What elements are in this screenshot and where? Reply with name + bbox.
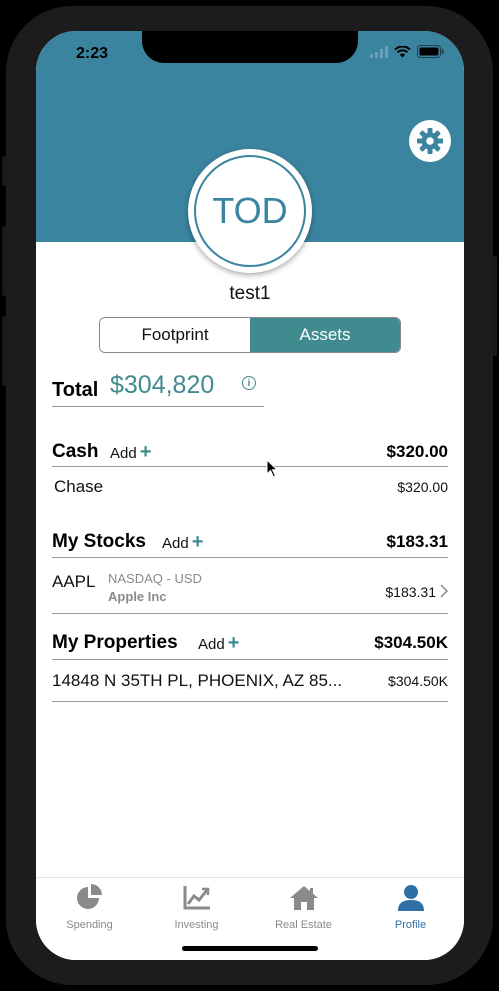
wifi-icon (394, 45, 411, 57)
cash-account-name[interactable]: Chase (54, 477, 103, 497)
avatar[interactable]: TOD (188, 149, 312, 273)
notch (142, 31, 358, 63)
stock-row[interactable]: AAPL NASDAQ - USD Apple Inc $183.31 (52, 558, 448, 612)
total-summary: Total $304,820 i (52, 369, 264, 407)
tab-label: Spending (66, 919, 113, 931)
volume-up-button (2, 226, 6, 296)
total-value: $304,820 (110, 371, 215, 399)
mute-switch (2, 156, 6, 186)
properties-title: My Properties (52, 632, 178, 653)
stock-value: $183.31 (385, 584, 436, 600)
tab-real-estate[interactable]: Real Estate (250, 884, 357, 931)
cash-title: Cash (52, 441, 99, 462)
divider (52, 466, 448, 467)
tab-investing[interactable]: Investing (143, 884, 250, 931)
total-label: Total (52, 379, 99, 401)
home-indicator (182, 946, 318, 951)
username: test1 (229, 283, 271, 304)
add-label: Add (162, 535, 189, 552)
add-cash-button[interactable]: Add + (110, 441, 151, 464)
properties-section: My Properties Add + $304.50K 14848 N 35TH… (52, 630, 448, 704)
tab-profile[interactable]: Profile (357, 884, 464, 931)
signal-icon (370, 45, 388, 58)
tab-spending[interactable]: Spending (36, 884, 143, 931)
divider (52, 701, 448, 702)
stocks-total: $183.31 (386, 532, 448, 551)
app-screen: 2:23 TOD test1 Footprint Assets Total $3… (36, 31, 464, 960)
avatar-initials: TOD (194, 155, 306, 267)
property-value: $304.50K (388, 673, 448, 689)
info-icon[interactable]: i (242, 376, 256, 390)
stocks-title: My Stocks (52, 531, 146, 552)
person-icon (397, 885, 424, 911)
tab-label: Real Estate (275, 919, 332, 931)
stock-exchange: NASDAQ - USD (108, 571, 202, 586)
properties-total: $304.50K (374, 633, 448, 652)
plus-icon: + (139, 441, 152, 463)
cash-account-value: $320.00 (397, 479, 448, 495)
pie-chart-icon (76, 884, 102, 909)
add-stock-button[interactable]: Add + (162, 531, 203, 554)
plus-icon: + (191, 531, 204, 553)
status-time: 2:23 (76, 45, 109, 62)
add-label: Add (198, 636, 225, 653)
volume-down-button (2, 316, 6, 386)
divider (52, 659, 448, 660)
plus-icon: + (227, 632, 240, 654)
stock-company: Apple Inc (108, 589, 167, 604)
cash-total: $320.00 (386, 442, 448, 461)
status-icons (370, 45, 444, 58)
stock-symbol: AAPL (52, 572, 96, 591)
segment-footprint[interactable]: Footprint (100, 318, 250, 352)
mouse-cursor-icon (266, 459, 279, 478)
gear-icon (417, 128, 443, 154)
add-label: Add (110, 445, 137, 462)
tab-label: Profile (394, 919, 427, 931)
property-address[interactable]: 14848 N 35TH PL, PHOENIX, AZ 85... (52, 671, 342, 691)
segment-assets[interactable]: Assets (250, 318, 400, 352)
stocks-section: My Stocks Add + $183.31 AAPL NASDAQ - USD… (52, 529, 448, 615)
divider (52, 613, 448, 614)
battery-icon (417, 45, 444, 58)
cash-section: Cash Add + $320.00 Chase $320.00 (52, 439, 448, 501)
add-property-button[interactable]: Add + (198, 632, 239, 655)
power-button (493, 256, 497, 356)
chevron-right-icon (440, 584, 448, 598)
line-chart-icon (183, 886, 210, 910)
segmented-control: Footprint Assets (99, 317, 401, 353)
settings-button[interactable] (409, 120, 451, 162)
house-icon (289, 886, 318, 910)
tab-label: Investing (174, 919, 219, 931)
